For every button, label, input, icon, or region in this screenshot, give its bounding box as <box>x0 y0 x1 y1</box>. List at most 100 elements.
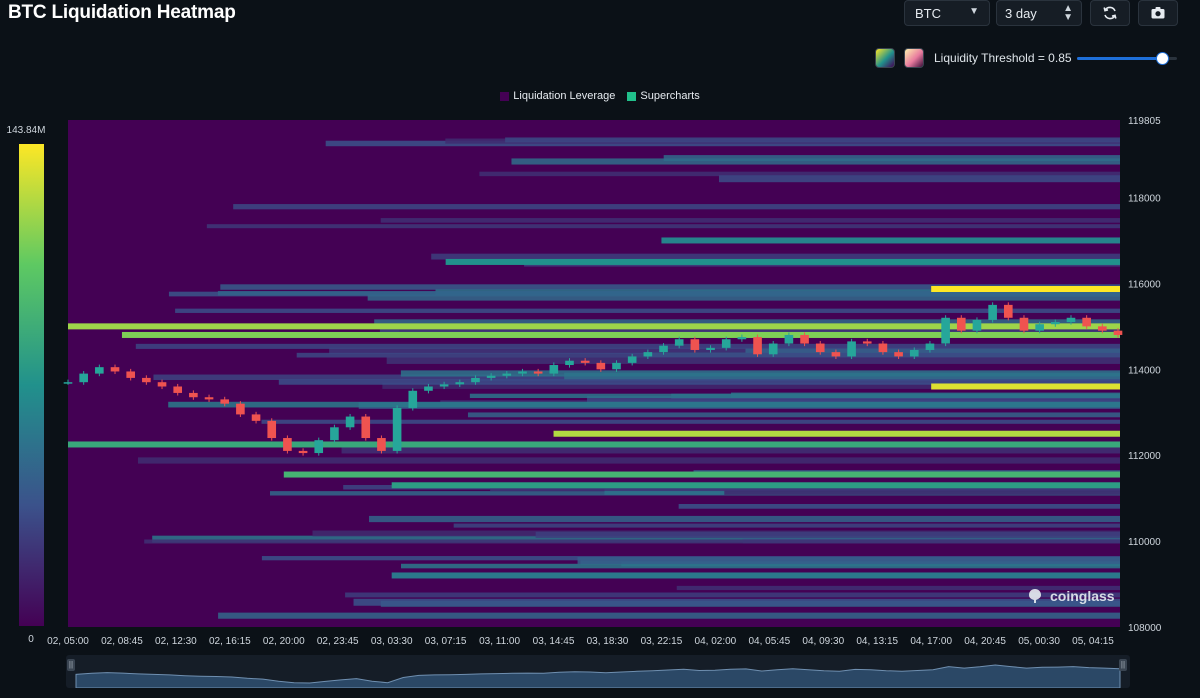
liquidity-band <box>68 441 1120 448</box>
candle-body <box>894 352 903 357</box>
candle-body <box>236 403 245 415</box>
colorbar-gradient <box>19 144 44 626</box>
background-liquidity-band <box>467 412 1120 418</box>
y-tick-label: 119805 <box>1128 116 1161 127</box>
x-tick-label: 02, 05:00 <box>47 636 89 647</box>
candle-body <box>925 343 935 350</box>
candle-body <box>596 362 606 370</box>
legend-label: Supercharts <box>640 90 700 102</box>
navigator-left-handle[interactable]: || <box>67 659 75 671</box>
background-liquidity-band <box>233 204 1121 210</box>
navigator-area <box>75 664 1121 688</box>
candle-body <box>941 317 950 344</box>
candle-body <box>220 399 230 404</box>
x-tick-label: 04, 05:45 <box>748 636 790 647</box>
x-tick-label: 03, 22:15 <box>641 636 683 647</box>
candle-body <box>580 360 590 363</box>
x-tick-label: 04, 17:00 <box>910 636 952 647</box>
navigator-sparkline <box>75 664 1121 688</box>
x-tick-label: 02, 12:30 <box>155 636 197 647</box>
candle-body <box>126 371 135 378</box>
coinglass-logo-icon <box>1029 589 1041 603</box>
background-liquidity-band <box>341 446 1120 454</box>
liquidation-heatmap-chart[interactable]: 143.84M 0 119805 118000 116000 114000 112000… <box>0 110 1200 655</box>
candle-body <box>988 304 997 320</box>
pink-palette-button[interactable] <box>904 48 924 68</box>
background-liquidity-band <box>505 137 1120 143</box>
x-tick-label: 02, 08:45 <box>101 636 143 647</box>
time-navigator[interactable]: || || <box>66 655 1130 688</box>
y-tick-label: 112000 <box>1128 451 1161 462</box>
colorbar: 143.84M 0 <box>7 125 46 645</box>
background-liquidity-band <box>431 253 1121 260</box>
liquidity-band <box>283 471 1120 478</box>
candle-body <box>862 341 872 344</box>
coinglass-watermark: coinglass <box>1025 586 1115 606</box>
range-select-value: 3 day <box>1005 5 1037 21</box>
chart-legend: Liquidation Leverage Supercharts <box>0 90 1200 102</box>
viridis-palette-button[interactable] <box>875 48 895 68</box>
candle-body <box>753 337 762 355</box>
candle-body <box>643 352 653 357</box>
candle-body <box>1098 326 1107 331</box>
background-liquidity-band <box>511 158 1120 165</box>
background-liquidity-band <box>261 419 1121 424</box>
candle-body <box>204 397 214 400</box>
background-liquidity-band <box>144 539 1120 544</box>
x-tick-label: 02, 23:45 <box>317 636 359 647</box>
background-liquidity-band <box>535 531 1120 538</box>
coin-select[interactable]: BTC ▼ <box>904 0 990 26</box>
x-tick-label: 04, 02:00 <box>695 636 737 647</box>
screenshot-button[interactable] <box>1138 0 1178 26</box>
candle-body <box>815 343 825 353</box>
y-tick-label: 116000 <box>1128 279 1161 290</box>
candle-body <box>956 317 966 331</box>
y-tick-label: 110000 <box>1128 537 1161 548</box>
page-title: BTC Liquidation Heatmap <box>8 2 236 23</box>
candle-body <box>612 362 621 370</box>
threshold-slider-fill <box>1077 57 1162 60</box>
candle-body <box>455 382 465 385</box>
background-liquidity-band <box>345 592 1120 598</box>
liquidity-band <box>121 331 1120 338</box>
threshold-slider-knob[interactable] <box>1156 52 1169 65</box>
legend-item-liquidation-leverage[interactable]: Liquidation Leverage <box>500 90 615 102</box>
candle-body <box>439 384 449 387</box>
threshold-slider[interactable] <box>1077 52 1177 65</box>
background-liquidity-band <box>168 401 1120 408</box>
candle-body <box>298 450 308 454</box>
x-tick-label: 04, 09:30 <box>802 636 844 647</box>
candle-body <box>768 343 778 355</box>
candle-body <box>345 416 355 428</box>
candle-body <box>847 341 856 357</box>
refresh-icon <box>1103 6 1117 20</box>
refresh-button[interactable] <box>1090 0 1130 26</box>
range-select[interactable]: 3 day ▲ ▼ <box>996 0 1082 26</box>
candle-body <box>518 371 527 374</box>
colorbar-max-label: 143.84M <box>7 125 46 136</box>
y-axis: 119805 118000 116000 114000 112000 110000 1080… <box>1128 116 1162 634</box>
background-liquidity-band <box>380 218 1120 223</box>
candle-body <box>549 365 559 374</box>
legend-item-supercharts[interactable]: Supercharts <box>627 90 700 102</box>
background-liquidity-band <box>678 504 1120 509</box>
x-tick-label: 02, 16:15 <box>209 636 251 647</box>
candle-body <box>627 356 637 363</box>
camera-icon <box>1151 7 1165 19</box>
candle-body <box>251 414 261 421</box>
candle-body <box>800 334 809 344</box>
coin-select-value: BTC <box>915 5 941 21</box>
candle-body <box>706 347 715 350</box>
x-tick-label: 02, 20:00 <box>263 636 305 647</box>
navigator-right-handle[interactable]: || <box>1119 659 1127 671</box>
y-tick-label: 114000 <box>1128 365 1161 376</box>
liquidity-band <box>931 286 1120 292</box>
candle-body <box>361 416 371 439</box>
liquidity-band <box>391 572 1120 579</box>
candle-body <box>110 367 120 372</box>
x-tick-label: 03, 11:00 <box>479 636 520 647</box>
x-tick-label: 03, 14:45 <box>533 636 575 647</box>
candle-body <box>157 382 167 387</box>
x-tick-label: 04, 13:15 <box>856 636 898 647</box>
background-liquidity-band <box>453 523 1121 528</box>
